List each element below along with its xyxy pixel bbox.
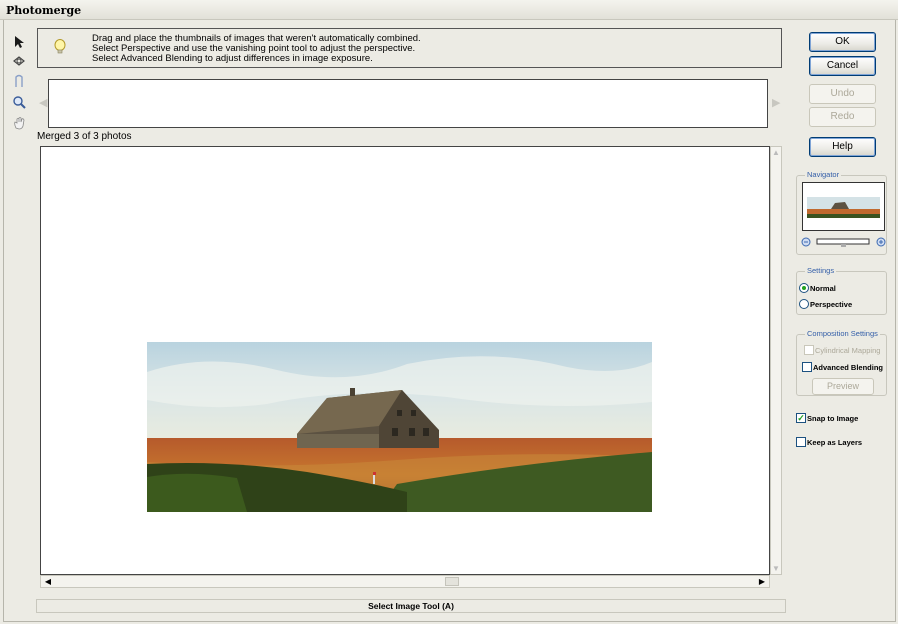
- help-button[interactable]: Help: [809, 137, 876, 157]
- hand-icon: [14, 117, 25, 130]
- cylindrical-mapping-option[interactable]: Cylindrical Mapping: [804, 345, 880, 355]
- normal-label: Normal: [810, 283, 836, 293]
- keep-as-layers-checkbox[interactable]: [796, 437, 806, 447]
- navigator-thumbnail[interactable]: [802, 182, 885, 231]
- tip-text: Drag and place the thumbnails of images …: [92, 34, 421, 64]
- select-arrow-icon: [15, 36, 24, 48]
- horizontal-scrollbar[interactable]: ◀ ▶: [40, 575, 770, 588]
- undo-button[interactable]: Undo: [809, 84, 876, 104]
- advanced-blending-checkbox[interactable]: [802, 362, 812, 372]
- rotate-image-tool[interactable]: [10, 52, 28, 70]
- zoom-icon: [13, 96, 26, 109]
- snap-to-image-checkbox[interactable]: ✓: [796, 413, 806, 423]
- window-title: Photomerge: [0, 0, 898, 20]
- perspective-radio[interactable]: [799, 299, 809, 309]
- ok-button[interactable]: OK: [809, 32, 876, 52]
- tip-line: Select Advanced Blending to adjust diffe…: [92, 53, 373, 64]
- scroll-down-arrow-icon[interactable]: ▼: [772, 564, 780, 573]
- vertical-scrollbar[interactable]: ▲ ▼: [770, 146, 782, 575]
- navigator-preview-graphic: [807, 197, 880, 218]
- cancel-button[interactable]: Cancel: [809, 56, 876, 76]
- hand-tool[interactable]: [10, 114, 28, 132]
- composition-settings-title: Composition Settings: [805, 329, 880, 338]
- scroll-left-arrow-icon[interactable]: ◀: [41, 576, 55, 587]
- lightbulb-icon: [54, 39, 66, 54]
- cylindrical-mapping-checkbox[interactable]: [804, 345, 814, 355]
- snap-to-image-label: Snap to Image: [807, 413, 859, 423]
- settings-title: Settings: [805, 266, 837, 275]
- navigator-title: Navigator: [805, 170, 842, 179]
- status-bar: Select Image Tool (A): [36, 599, 786, 613]
- tip-panel: Drag and place the thumbnails of images …: [37, 28, 782, 68]
- rotate-image-icon: [13, 56, 25, 66]
- normal-radio[interactable]: [799, 283, 809, 293]
- snap-to-image-option[interactable]: ✓ Snap to Image: [796, 413, 858, 423]
- zoom-slider-row: [801, 236, 886, 248]
- merged-count-label: Merged 3 of 3 photos: [37, 131, 132, 142]
- scroll-up-arrow-icon[interactable]: ▲: [772, 148, 780, 157]
- advanced-blending-label: Advanced Blending: [813, 362, 884, 372]
- keep-as-layers-label: Keep as Layers: [807, 437, 863, 447]
- scroll-right-arrow-icon[interactable]: ▶: [755, 576, 769, 587]
- strip-scroll-right-button[interactable]: ▶: [772, 96, 782, 110]
- select-image-tool[interactable]: [10, 33, 28, 51]
- advanced-blending-option[interactable]: Advanced Blending: [802, 362, 883, 372]
- zoom-tool[interactable]: [10, 93, 28, 111]
- perspective-label: Perspective: [810, 299, 853, 309]
- zoom-slider-graphic: [801, 237, 886, 247]
- vanishing-point-tool[interactable]: [10, 72, 28, 90]
- preview-button[interactable]: Preview: [812, 378, 874, 395]
- redo-button[interactable]: Redo: [809, 107, 876, 127]
- thumbnail-lightbox[interactable]: [48, 79, 768, 128]
- perspective-radio-option[interactable]: Perspective: [799, 299, 852, 309]
- scroll-thumb[interactable]: [445, 577, 459, 586]
- vanishing-point-icon: [15, 74, 23, 87]
- normal-radio-option[interactable]: Normal: [799, 283, 836, 293]
- cylindrical-mapping-label: Cylindrical Mapping: [815, 345, 881, 355]
- keep-as-layers-option[interactable]: Keep as Layers: [796, 437, 862, 447]
- panorama-image[interactable]: [147, 342, 652, 512]
- panorama-graphic: [147, 342, 652, 512]
